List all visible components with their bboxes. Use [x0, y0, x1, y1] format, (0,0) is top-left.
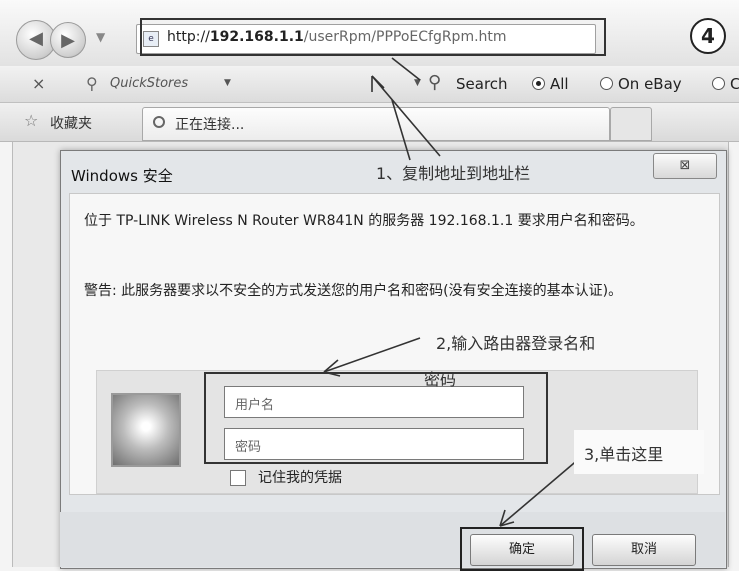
annotation-step2-continued: 密码: [424, 370, 457, 389]
annotation-arrows: [323, 57, 581, 527]
step3-arrow: [499, 457, 581, 527]
step1-leader-2: [391, 57, 421, 81]
annotation-step2: 2,输入路由器登录名和: [436, 334, 596, 353]
annotation-step3: 3,单击这里: [584, 445, 664, 464]
step2-arrow: [323, 337, 421, 373]
annotation-step1: 1、复制地址到地址栏: [376, 164, 531, 183]
